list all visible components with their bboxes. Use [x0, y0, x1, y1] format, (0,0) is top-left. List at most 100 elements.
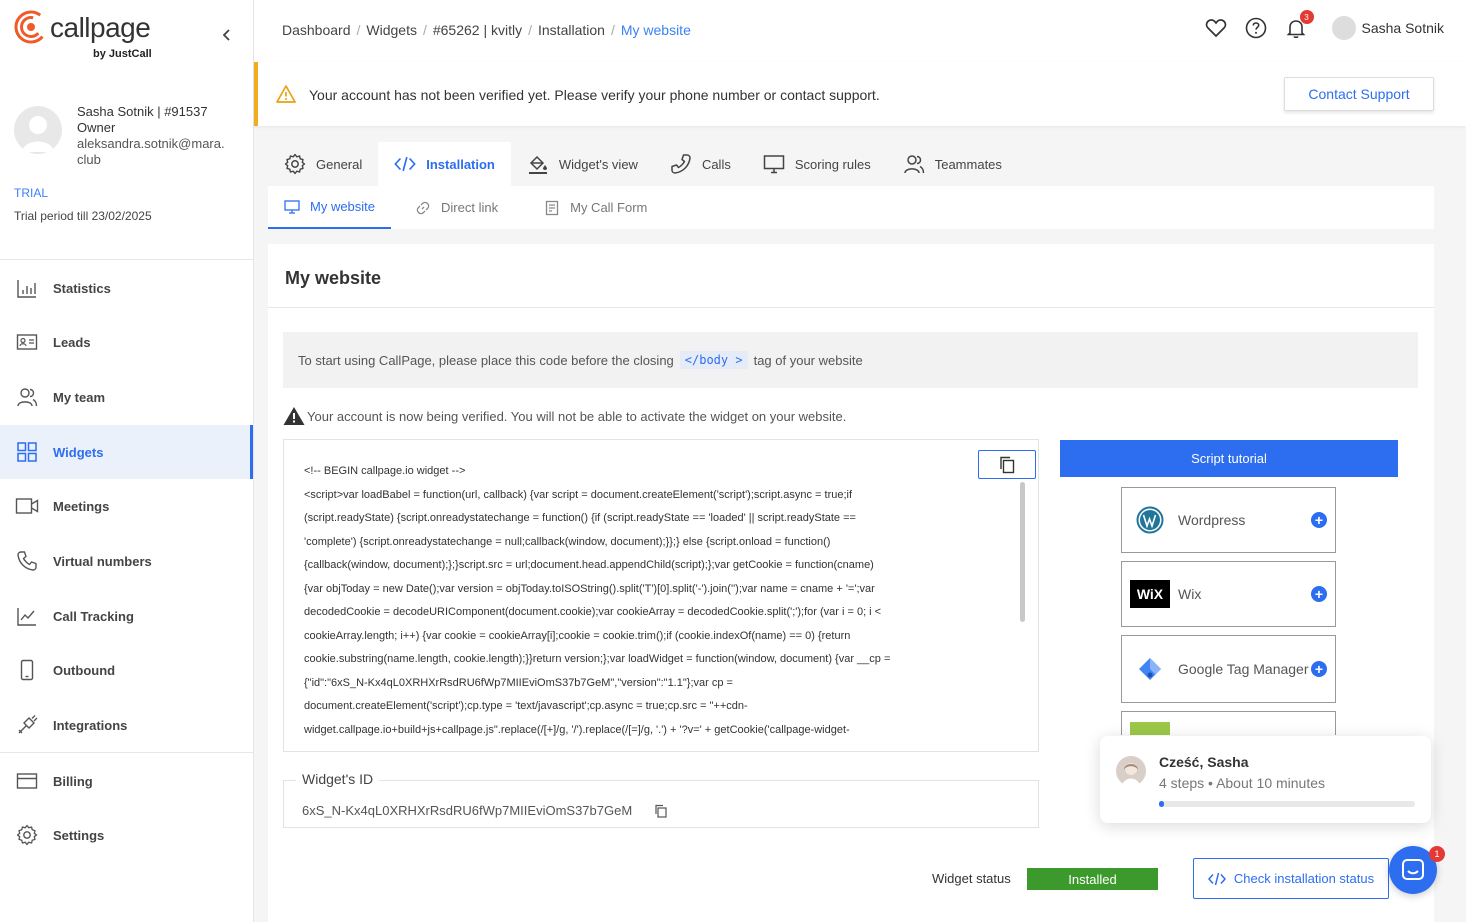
sidebar-item-label: Integrations: [53, 717, 128, 733]
sidebar-item-outbound[interactable]: Outbound: [0, 643, 253, 697]
wix-icon: WiX: [1130, 574, 1170, 614]
integration-google-tag-manager[interactable]: Google Tag Manager +: [1121, 635, 1336, 703]
copy-icon[interactable]: [654, 804, 668, 818]
trend-icon: [15, 604, 39, 628]
breadcrumb-dashboard[interactable]: Dashboard: [282, 22, 351, 38]
tab-installation[interactable]: Installation: [378, 142, 511, 186]
integration-wordpress[interactable]: Wordpress +: [1121, 487, 1336, 553]
sidebar: callpage by JustCall Sasha Sotnik | #915…: [0, 0, 254, 922]
breadcrumb-current: My website: [620, 22, 691, 38]
tab-calls[interactable]: Calls: [654, 142, 747, 186]
sidebar-item-virtual-numbers[interactable]: Virtual numbers: [0, 534, 253, 588]
code-scrollbar[interactable]: [1020, 482, 1025, 622]
sidebar-item-statistics[interactable]: Statistics: [0, 261, 253, 315]
code-line: <script>var loadBabel = function(url, ca…: [304, 488, 853, 501]
sidebar-item-label: Settings: [53, 827, 105, 843]
check-installation-button[interactable]: Check installation status: [1193, 858, 1389, 899]
integration-logo-icon: [1130, 721, 1170, 735]
code-line: 'complete') {script.onreadystatechange =…: [304, 535, 831, 548]
sidebar-item-call-tracking[interactable]: Call Tracking: [0, 589, 253, 643]
tab-scoring-rules[interactable]: Scoring rules: [747, 142, 887, 186]
sidebar-item-label: Widgets: [53, 444, 104, 460]
notifications-button[interactable]: 3: [1284, 10, 1314, 40]
subtab-label: My Call Form: [570, 200, 648, 215]
widget-id-value: 6xS_N-Kx4qL0XRHXrRsdRU6fWp7MIIEviOmS37b7…: [302, 803, 633, 818]
contact-support-button[interactable]: Contact Support: [1284, 77, 1434, 111]
team-icon: [15, 385, 39, 409]
bar-chart-icon: [15, 276, 39, 300]
sidebar-item-leads[interactable]: Leads: [0, 315, 253, 369]
script-code-box[interactable]: <!-- BEGIN callpage.io widget --> <script…: [283, 439, 1039, 752]
code-line: cookie.substring(name.length, cookie.len…: [304, 653, 891, 665]
subtab-direct-link[interactable]: Direct link: [399, 186, 514, 229]
script-tutorial-button[interactable]: Script tutorial: [1060, 440, 1398, 477]
subtab-my-call-form[interactable]: My Call Form: [528, 186, 663, 229]
code-line: {"id":"6xS_N-Kx4qL0XRHXrRsdRU6fWp7MIIEvi…: [304, 676, 733, 689]
gear-icon: [15, 823, 39, 847]
user-avatar[interactable]: [1331, 16, 1356, 40]
copy-script-button[interactable]: [978, 450, 1036, 479]
sidebar-divider: [0, 752, 253, 753]
sidebar-item-label: Virtual numbers: [53, 553, 152, 569]
code-line: cookieArray.length; i++) {var cookie = c…: [304, 629, 851, 642]
sidebar-item-label: Billing: [53, 773, 93, 789]
tab-general[interactable]: General: [268, 142, 378, 186]
sidebar-item-label: Meetings: [53, 498, 110, 514]
sidebar-item-my-team[interactable]: My team: [0, 370, 253, 424]
tab-widgets-view[interactable]: Widget's view: [511, 142, 654, 186]
notifications-count: 3: [1299, 10, 1314, 24]
onboarding-title: Cześć, Sasha: [1159, 754, 1249, 770]
profile-email: aleksandra.sotnik@mara.club: [77, 136, 225, 167]
check-installation-label: Check installation status: [1233, 871, 1375, 886]
phone-icon: [15, 549, 39, 573]
tab-label: Teammates: [934, 156, 1002, 172]
subtab-my-website[interactable]: My website: [268, 186, 392, 229]
phone-icon: [670, 153, 692, 175]
widget-id-field: Widget's ID 6xS_N-Kx4qL0XRHXrRsdRU6fWp7M…: [283, 771, 1039, 828]
sidebar-item-meetings[interactable]: Meetings: [0, 479, 253, 533]
monitor-icon: [763, 153, 785, 175]
expand-icon: +: [1311, 661, 1327, 677]
integration-wix[interactable]: WiX Wix +: [1121, 561, 1336, 627]
wordpress-icon: [1130, 500, 1170, 540]
integration-more[interactable]: [1121, 711, 1336, 735]
code-line: widget.callpage.io+build+js+callpage.js"…: [304, 723, 850, 736]
teammates-icon: [903, 153, 925, 175]
onboarding-subtitle: 4 steps • About 10 minutes: [1159, 775, 1326, 791]
install-instructions: To start using CallPage, please place th…: [283, 332, 1418, 388]
gear-icon: [284, 153, 306, 175]
onboarding-checklist[interactable]: Cześć, Sasha 4 steps • About 10 minutes: [1100, 736, 1431, 823]
help-button[interactable]: [1244, 16, 1268, 40]
callpage-logo[interactable]: callpage by JustCall: [14, 10, 214, 62]
onboarding-steps: 4 steps: [1159, 775, 1205, 791]
trial-period: Trial period till 23/02/2025: [14, 209, 152, 223]
breadcrumb-installation[interactable]: Installation: [538, 22, 605, 38]
plug-icon: [15, 713, 39, 737]
logo-tagline: by JustCall: [93, 48, 152, 60]
tab-teammates[interactable]: Teammates: [887, 142, 1018, 186]
sidebar-item-billing[interactable]: Billing: [0, 754, 253, 808]
logo-wordmark: callpage: [50, 12, 151, 43]
breadcrumb-widgets[interactable]: Widgets: [366, 22, 417, 38]
code-icon: [1207, 872, 1226, 885]
code-line: <!-- BEGIN callpage.io widget -->: [304, 465, 466, 477]
video-icon: [15, 494, 39, 518]
widget-id-row: 6xS_N-Kx4qL0XRHXrRsdRU6fWp7MIIEviOmS37b7…: [302, 803, 668, 818]
breadcrumb-widget[interactable]: #65262 | kvitly: [433, 22, 522, 38]
onboarding-duration: About 10 minutes: [1216, 775, 1326, 791]
favorites-button[interactable]: [1204, 16, 1228, 40]
user-menu[interactable]: Sasha Sotnik: [1362, 20, 1445, 36]
chat-unread-badge: 1: [1429, 846, 1445, 862]
integration-name: Wix: [1178, 585, 1202, 602]
instructions-text: To start using CallPage, please place th…: [298, 352, 674, 368]
sidebar-item-settings[interactable]: Settings: [0, 808, 253, 862]
profile-info: Sasha Sotnik | #91537 Owner aleksandra.s…: [77, 104, 237, 168]
profile-role: Owner: [77, 120, 116, 135]
monitor-icon: [284, 199, 300, 215]
sidebar-item-integrations[interactable]: Integrations: [0, 698, 253, 752]
sidebar-item-widgets[interactable]: Widgets: [0, 425, 253, 479]
avatar: [14, 106, 62, 154]
collapse-sidebar-button[interactable]: [218, 24, 236, 46]
banner-message: Your account has not been verified yet. …: [309, 87, 880, 103]
tab-label: Installation: [426, 156, 495, 172]
